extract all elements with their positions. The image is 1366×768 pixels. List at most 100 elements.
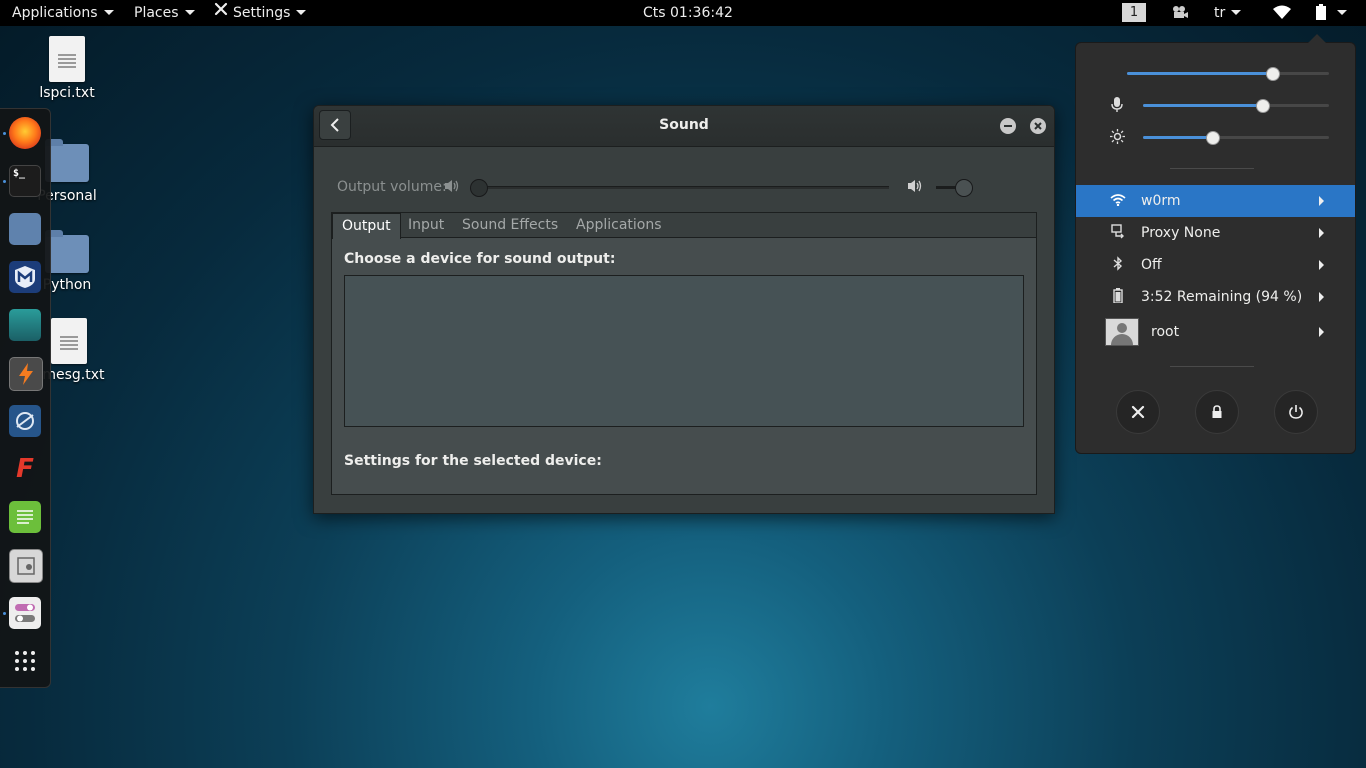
files-icon[interactable]	[9, 213, 41, 245]
chevron-down-icon	[1337, 10, 1348, 15]
places-menu-label: Places	[134, 5, 179, 21]
speaker-low-icon	[444, 179, 460, 197]
tab-applications[interactable]: Applications	[567, 213, 671, 237]
text-file-icon	[51, 318, 87, 364]
window-title: Sound	[659, 117, 709, 133]
output-volume-track[interactable]	[479, 186, 889, 189]
brightness-knob[interactable]	[1206, 131, 1220, 145]
show-apps-icon[interactable]	[9, 645, 41, 677]
bluetooth-status: Off	[1141, 257, 1162, 273]
terminal-icon[interactable]: $_	[9, 165, 41, 197]
running-indicator	[3, 132, 6, 135]
menu-item-proxy[interactable]: Proxy None	[1076, 217, 1355, 249]
power-icon	[1289, 405, 1303, 419]
brightness-slider[interactable]	[1143, 131, 1329, 145]
menu-item-battery[interactable]: 3:52 Remaining (94 %)	[1076, 281, 1355, 313]
battery-remaining: 3:52 Remaining (94 %)	[1141, 289, 1303, 305]
faraday-icon[interactable]: F	[9, 453, 41, 485]
chevron-right-icon	[1319, 228, 1324, 238]
text-file-icon	[49, 36, 85, 82]
chevron-right-icon	[1319, 260, 1324, 270]
tab-output[interactable]: Output	[332, 213, 401, 239]
chevron-right-icon	[1319, 196, 1324, 206]
menu-item-bluetooth[interactable]: Off	[1076, 249, 1355, 281]
microphone-slider[interactable]	[1143, 99, 1329, 113]
keyboard-layout-menu[interactable]: tr	[1214, 0, 1242, 26]
clock[interactable]: Cts 01:36:42	[643, 0, 733, 26]
burpsuite-icon[interactable]	[9, 357, 43, 391]
bluetooth-icon	[1109, 249, 1127, 281]
tab-input[interactable]: Input	[399, 213, 453, 237]
menu-separator	[1170, 168, 1254, 169]
chevron-right-icon	[1319, 292, 1324, 302]
firefox-icon[interactable]	[9, 117, 41, 149]
device-settings-heading: Settings for the selected device:	[344, 453, 602, 469]
desktop-item-label: lspci.txt	[39, 85, 95, 101]
system-menu: w0rm Proxy None Off 3:52 Remaining (94 %…	[1075, 34, 1356, 454]
sound-window: Sound Output volume: Output Input Sound …	[313, 105, 1055, 514]
output-volume-slider[interactable]	[470, 179, 488, 197]
microphone-fill	[1143, 104, 1263, 107]
workspace-indicator[interactable]: 1	[1122, 3, 1146, 22]
lock-icon	[1212, 405, 1222, 418]
brightness-fill	[1143, 136, 1213, 139]
tab-sound-effects[interactable]: Sound Effects	[453, 213, 567, 237]
metasploit-icon[interactable]	[9, 261, 41, 293]
volume-slider[interactable]	[1127, 67, 1329, 81]
settings-button[interactable]	[1116, 390, 1160, 434]
avatar	[1105, 318, 1139, 346]
folder-icon	[45, 230, 89, 273]
maltego-icon[interactable]	[9, 405, 41, 437]
video-camera-icon[interactable]	[1171, 0, 1189, 26]
speaker-high-icon	[907, 179, 923, 197]
window-titlebar[interactable]: Sound	[314, 106, 1054, 147]
folder-icon	[45, 139, 89, 182]
menu-separator	[1170, 366, 1254, 367]
tab-strip: Output Input Sound Effects Applications	[332, 213, 1036, 239]
mute-switch[interactable]	[955, 179, 973, 197]
wifi-network-name: w0rm	[1141, 193, 1181, 209]
minimize-button[interactable]	[1000, 118, 1016, 134]
proxy-icon	[1109, 217, 1127, 249]
wifi-icon	[1109, 185, 1127, 217]
tools-icon	[213, 0, 229, 26]
volume-fill	[1127, 72, 1273, 75]
settings-menu[interactable]: Settings	[213, 0, 307, 26]
choose-device-heading: Choose a device for sound output:	[344, 251, 616, 267]
volume-knob[interactable]	[1266, 67, 1280, 81]
battery-icon	[1109, 281, 1127, 313]
close-icon	[1034, 122, 1042, 130]
battery-status-icon[interactable]	[1315, 0, 1348, 26]
minimize-icon	[1004, 125, 1012, 127]
keyboard-layout-label: tr	[1214, 5, 1226, 21]
microphone-knob[interactable]	[1256, 99, 1270, 113]
cutycapt-icon[interactable]	[9, 549, 43, 583]
close-button[interactable]	[1030, 118, 1046, 134]
lock-button[interactable]	[1195, 390, 1239, 434]
chevron-down-icon	[296, 10, 307, 15]
armitage-icon[interactable]	[9, 309, 41, 341]
sound-tabs: Output Input Sound Effects Applications …	[331, 212, 1037, 495]
settings-menu-label: Settings	[233, 5, 291, 21]
applications-menu-label: Applications	[12, 5, 98, 21]
applications-menu[interactable]: Applications	[12, 0, 114, 26]
running-indicator	[3, 180, 6, 183]
power-button[interactable]	[1274, 390, 1318, 434]
desktop-file-lspci[interactable]: lspci.txt	[30, 36, 104, 101]
chevron-left-icon	[330, 118, 339, 132]
back-button[interactable]	[319, 110, 351, 140]
wifi-status-icon[interactable]	[1273, 0, 1291, 26]
output-device-list[interactable]	[344, 275, 1024, 427]
chevron-right-icon	[1319, 327, 1324, 337]
settings-toggle-icon[interactable]	[9, 597, 41, 629]
output-volume-label: Output volume:	[337, 179, 447, 195]
microphone-icon	[1111, 97, 1123, 117]
menu-item-wifi[interactable]: w0rm	[1076, 185, 1355, 217]
proxy-label: Proxy None	[1141, 225, 1221, 241]
tools-icon	[1131, 405, 1145, 419]
chevron-down-icon	[184, 10, 195, 15]
user-name: root	[1151, 324, 1180, 340]
menu-item-user[interactable]: root	[1076, 316, 1355, 348]
places-menu[interactable]: Places	[134, 0, 195, 26]
leafpad-icon[interactable]	[9, 501, 41, 533]
